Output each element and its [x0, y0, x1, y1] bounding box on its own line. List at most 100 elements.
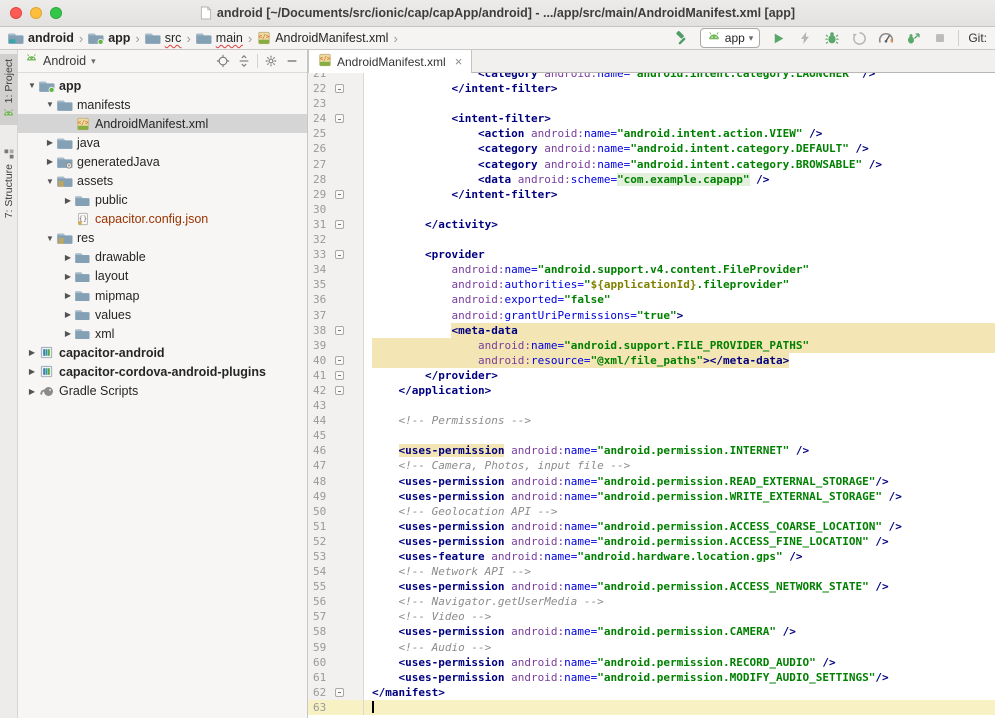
editor-gutter[interactable]: 34: [308, 262, 364, 277]
code-line-22[interactable]: 22 </intent-filter>: [308, 81, 995, 96]
code-line-61[interactable]: 61 <uses-permission android:name="androi…: [308, 670, 995, 685]
code-line-37[interactable]: 37 android:grantUriPermissions="true">: [308, 308, 995, 323]
project-view-selector[interactable]: Android: [43, 54, 86, 68]
code-text[interactable]: [364, 202, 995, 217]
code-text[interactable]: [364, 428, 995, 443]
code-text[interactable]: <intent-filter>: [364, 111, 995, 126]
code-text[interactable]: </manifest>: [364, 685, 995, 700]
tree-item-capacitor-cordova-android-plugins[interactable]: ▶capacitor-cordova-android-plugins: [18, 362, 307, 381]
editor-gutter[interactable]: 57: [308, 609, 364, 624]
editor-gutter[interactable]: 21: [308, 73, 364, 81]
code-line-34[interactable]: 34 android:name="android.support.v4.cont…: [308, 262, 995, 277]
code-line-23[interactable]: 23: [308, 96, 995, 111]
code-text[interactable]: <data android:scheme="com.example.capapp…: [364, 172, 995, 187]
tree-expand-arrow[interactable]: ▼: [44, 177, 56, 186]
code-line-56[interactable]: 56 <!-- Navigator.getUserMedia -->: [308, 594, 995, 609]
fold-marker-icon[interactable]: [335, 386, 344, 395]
code-line-29[interactable]: 29 </intent-filter>: [308, 187, 995, 202]
editor-gutter[interactable]: 51: [308, 519, 364, 534]
code-line-57[interactable]: 57 <!-- Video -->: [308, 609, 995, 624]
editor-gutter[interactable]: 43: [308, 398, 364, 413]
editor-gutter[interactable]: 24: [308, 111, 364, 126]
editor-gutter[interactable]: 29: [308, 187, 364, 202]
code-line-46[interactable]: 46 <uses-permission android:name="androi…: [308, 443, 995, 458]
code-line-47[interactable]: 47 <!-- Camera, Photos, input file -->: [308, 458, 995, 473]
fold-marker-icon[interactable]: [335, 688, 344, 697]
tree-item-layout[interactable]: ▶layout: [18, 267, 307, 286]
editor-gutter[interactable]: 59: [308, 640, 364, 655]
editor-gutter[interactable]: 26: [308, 141, 364, 156]
code-line-38[interactable]: 38 <meta-data: [308, 323, 995, 338]
editor-gutter[interactable]: 27: [308, 157, 364, 172]
code-line-40[interactable]: 40 android:resource="@xml/file_paths"></…: [308, 353, 995, 368]
code-line-43[interactable]: 43: [308, 398, 995, 413]
code-text[interactable]: <!-- Network API -->: [364, 564, 995, 579]
editor-gutter[interactable]: 23: [308, 96, 364, 111]
code-line-52[interactable]: 52 <uses-permission android:name="androi…: [308, 534, 995, 549]
code-text[interactable]: <uses-permission android:name="android.p…: [364, 443, 995, 458]
code-line-55[interactable]: 55 <uses-permission android:name="androi…: [308, 579, 995, 594]
fold-marker-icon[interactable]: [335, 250, 344, 259]
code-text[interactable]: </provider>: [364, 368, 995, 383]
code-line-24[interactable]: 24 <intent-filter>: [308, 111, 995, 126]
code-line-21[interactable]: 21 <category android:name="android.inten…: [308, 73, 995, 81]
breadcrumb-item-app[interactable]: app: [88, 30, 130, 46]
code-text[interactable]: <!-- Permissions -->: [364, 413, 995, 428]
editor-gutter[interactable]: 38: [308, 323, 364, 338]
code-text[interactable]: android:authorities="${applicationId}.fi…: [364, 277, 995, 292]
code-text[interactable]: [364, 398, 995, 413]
tool-stripe-project-button[interactable]: 1: Project: [0, 54, 18, 125]
fold-marker-icon[interactable]: [335, 220, 344, 229]
tree-item-manifests[interactable]: ▼manifests: [18, 95, 307, 114]
editor-gutter[interactable]: 25: [308, 126, 364, 141]
code-line-42[interactable]: 42 </application>: [308, 383, 995, 398]
tree-expand-arrow[interactable]: ▶: [26, 348, 38, 357]
tree-expand-arrow[interactable]: ▶: [62, 329, 74, 338]
apply-changes-button[interactable]: [796, 29, 814, 47]
fold-marker-icon[interactable]: [335, 190, 344, 199]
editor-gutter[interactable]: 56: [308, 594, 364, 609]
code-line-60[interactable]: 60 <uses-permission android:name="androi…: [308, 655, 995, 670]
code-line-51[interactable]: 51 <uses-permission android:name="androi…: [308, 519, 995, 534]
fold-marker-icon[interactable]: [335, 326, 344, 335]
tree-expand-arrow[interactable]: ▶: [44, 157, 56, 166]
code-text[interactable]: </intent-filter>: [364, 187, 995, 202]
editor-gutter[interactable]: 37: [308, 308, 364, 323]
fold-marker-icon[interactable]: [335, 84, 344, 93]
editor-gutter[interactable]: 61: [308, 670, 364, 685]
profiler-button[interactable]: [877, 29, 895, 47]
editor-gutter[interactable]: 60: [308, 655, 364, 670]
code-line-58[interactable]: 58 <uses-permission android:name="androi…: [308, 624, 995, 639]
gear-icon[interactable]: [263, 53, 279, 69]
editor-gutter[interactable]: 30: [308, 202, 364, 217]
editor-gutter[interactable]: 40: [308, 353, 364, 368]
code-text[interactable]: <!-- Camera, Photos, input file -->: [364, 458, 995, 473]
code-line-36[interactable]: 36 android:exported="false": [308, 292, 995, 307]
editor-gutter[interactable]: 63: [308, 700, 364, 715]
code-line-27[interactable]: 27 <category android:name="android.inten…: [308, 157, 995, 172]
editor-gutter[interactable]: 54: [308, 564, 364, 579]
breadcrumb-item-android[interactable]: android: [8, 30, 74, 46]
editor-gutter[interactable]: 55: [308, 579, 364, 594]
code-text[interactable]: <category android:name="android.intent.c…: [364, 157, 995, 172]
code-text[interactable]: <uses-permission android:name="android.p…: [364, 579, 995, 594]
tree-item-generatedjava[interactable]: ▶generatedJava: [18, 152, 307, 171]
code-text[interactable]: <uses-permission android:name="android.p…: [364, 474, 995, 489]
tree-item-capacitor-android[interactable]: ▶capacitor-android: [18, 343, 307, 362]
tree-item-values[interactable]: ▶values: [18, 305, 307, 324]
code-editor[interactable]: 21 <category android:name="android.inten…: [308, 73, 995, 718]
code-text[interactable]: <!-- Video -->: [364, 609, 995, 624]
code-text[interactable]: <category android:name="android.intent.c…: [364, 73, 995, 81]
debug-button[interactable]: [823, 29, 841, 47]
tree-expand-arrow[interactable]: ▼: [44, 100, 56, 109]
code-line-53[interactable]: 53 <uses-feature android:name="android.h…: [308, 549, 995, 564]
close-icon[interactable]: ×: [455, 54, 463, 69]
tree-item-gradle-scripts[interactable]: ▶Gradle Scripts: [18, 382, 307, 401]
code-line-35[interactable]: 35 android:authorities="${applicationId}…: [308, 277, 995, 292]
breadcrumb-item-src[interactable]: src: [145, 30, 182, 46]
attach-debugger-button[interactable]: [904, 29, 922, 47]
fold-marker-icon[interactable]: [335, 114, 344, 123]
editor-gutter[interactable]: 62: [308, 685, 364, 700]
editor-gutter[interactable]: 36: [308, 292, 364, 307]
code-text[interactable]: android:exported="false": [364, 292, 995, 307]
